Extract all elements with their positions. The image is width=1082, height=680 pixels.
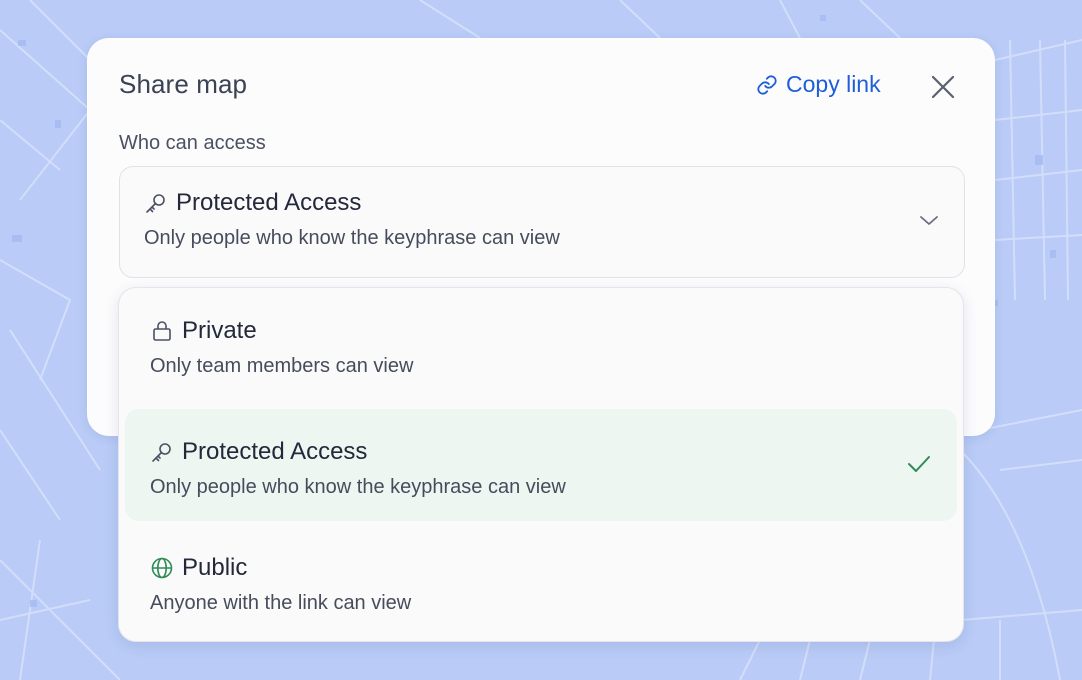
- copy-link-label: Copy link: [786, 71, 881, 97]
- option-label: Protected Access: [182, 438, 368, 465]
- option-label: Public: [182, 554, 248, 581]
- close-icon[interactable]: [928, 72, 958, 102]
- check-icon: [908, 456, 930, 472]
- select-description: Only people who know the keyphrase can v…: [144, 227, 560, 249]
- option-private[interactable]: Private Only team members can view: [125, 288, 957, 404]
- access-select[interactable]: Protected Access Only people who know th…: [119, 166, 965, 278]
- option-description: Anyone with the link can view: [150, 592, 412, 614]
- option-public[interactable]: Public Anyone with the link can view: [125, 525, 957, 637]
- option-description: Only team members can view: [150, 355, 414, 377]
- who-can-access-label: Who can access: [119, 132, 266, 154]
- option-description: Only people who know the keyphrase can v…: [150, 476, 566, 498]
- option-label: Private: [182, 317, 257, 344]
- access-dropdown-menu: Private Only team members can view Prote…: [118, 287, 964, 642]
- copy-link-button[interactable]: Copy link: [756, 71, 881, 98]
- lock-icon: [153, 321, 171, 341]
- select-label: Protected Access: [176, 189, 362, 216]
- key-icon: [146, 194, 165, 213]
- chevron-down-icon: [920, 216, 938, 225]
- option-protected-access[interactable]: Protected Access Only people who know th…: [125, 409, 957, 521]
- dialog-title: Share map: [119, 69, 248, 99]
- key-icon: [152, 443, 171, 462]
- globe-icon: [151, 557, 173, 579]
- link-icon: [757, 74, 777, 95]
